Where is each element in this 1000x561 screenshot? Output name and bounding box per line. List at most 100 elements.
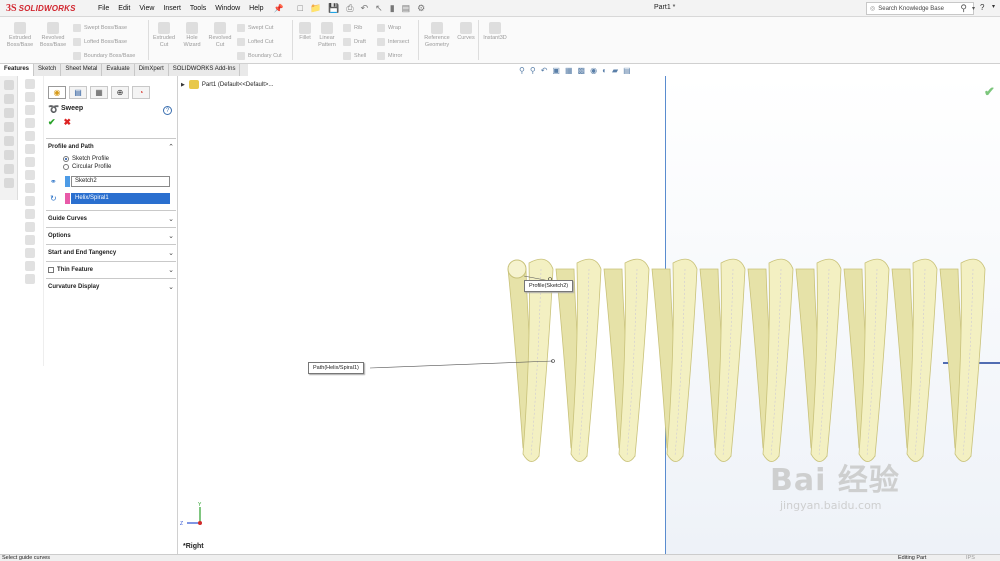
options-icon[interactable]: ⚙ xyxy=(417,3,425,14)
ok-button[interactable]: ✔ xyxy=(48,117,56,128)
scene-icon[interactable]: ▰ xyxy=(612,66,618,75)
shortcut-icon[interactable] xyxy=(25,196,35,206)
feature-manager-tab[interactable]: ◉ xyxy=(48,86,66,99)
menu-edit[interactable]: Edit xyxy=(118,5,130,12)
rebuild-icon[interactable]: ▮ xyxy=(390,3,395,14)
select-icon[interactable]: ↖ xyxy=(375,3,383,14)
shortcut-icon[interactable] xyxy=(25,144,35,154)
shortcut-icon[interactable] xyxy=(25,157,35,167)
linear-pattern-button[interactable]: Linear Pattern xyxy=(315,22,339,49)
revolved-boss-button[interactable]: Revolved Boss/Base xyxy=(38,22,68,49)
sketch-profile-radio[interactable]: Sketch Profile xyxy=(63,156,176,162)
boundary-boss-button[interactable]: Boundary Boss/Base xyxy=(73,52,135,60)
shortcut-icon[interactable] xyxy=(25,92,35,102)
strip-icon[interactable] xyxy=(4,94,14,104)
help-question-icon[interactable]: ? xyxy=(163,106,172,115)
swept-boss-button[interactable]: Swept Boss/Base xyxy=(73,24,127,32)
tab-sketch[interactable]: Sketch xyxy=(34,64,62,76)
search-scope-icon[interactable]: ◎ xyxy=(870,5,875,12)
shortcut-icon[interactable] xyxy=(25,170,35,180)
tab-addins[interactable]: SOLIDWORKS Add-Ins xyxy=(169,64,241,76)
display-style-icon[interactable]: ▩ xyxy=(578,66,586,75)
extruded-cut-button[interactable]: Extruded Cut xyxy=(150,22,178,49)
help-dropdown-icon[interactable]: ▾ xyxy=(992,3,995,10)
thin-feature-checkbox[interactable]: Thin Feature xyxy=(48,267,93,273)
lofted-boss-button[interactable]: Lofted Boss/Base xyxy=(73,38,127,46)
shortcut-icon[interactable] xyxy=(25,261,35,271)
configuration-manager-tab[interactable]: ▦ xyxy=(90,86,108,99)
tab-evaluate[interactable]: Evaluate xyxy=(102,64,135,76)
checkbox[interactable] xyxy=(48,267,54,273)
search-icon[interactable]: ⚲ xyxy=(960,3,967,14)
group-header[interactable]: Guide Curves ⌄ xyxy=(46,210,176,226)
menu-insert[interactable]: Insert xyxy=(163,5,181,12)
undo-icon[interactable]: ↶ xyxy=(361,3,369,14)
view-orientation-icon[interactable]: ▦ xyxy=(565,66,573,75)
chevron-down-icon[interactable]: ⌄ xyxy=(168,232,174,240)
strip-icon[interactable] xyxy=(4,80,14,90)
mirror-button[interactable]: Mirror xyxy=(377,52,402,60)
group-header[interactable]: Start and End Tangency ⌄ xyxy=(46,244,176,260)
menu-help[interactable]: Help xyxy=(249,5,263,12)
chevron-down-icon[interactable]: ⌄ xyxy=(168,266,174,274)
zoom-area-icon[interactable]: ⚲ xyxy=(530,66,536,75)
menu-tools[interactable]: Tools xyxy=(190,5,206,12)
tab-dimxpert[interactable]: DimXpert xyxy=(135,64,169,76)
chevron-down-icon[interactable]: ▾ xyxy=(972,5,975,12)
path-field[interactable]: Helix/Spiral1 xyxy=(71,193,170,204)
help-icon[interactable]: ? xyxy=(980,3,984,12)
tab-sheet-metal[interactable]: Sheet Metal xyxy=(61,64,103,76)
profile-callout[interactable]: Profile(Sketch2) xyxy=(524,280,574,292)
menu-window[interactable]: Window xyxy=(215,5,240,12)
property-manager-tab[interactable]: ▤ xyxy=(69,86,87,99)
revolved-cut-button[interactable]: Revolved Cut xyxy=(206,22,234,49)
shortcut-icon[interactable] xyxy=(25,222,35,232)
appearance-icon[interactable]: ◐ xyxy=(602,66,607,75)
new-icon[interactable]: □ xyxy=(298,3,303,14)
group-header[interactable]: Thin Feature ⌄ xyxy=(46,261,176,277)
open-icon[interactable]: 📁 xyxy=(310,3,321,14)
dimxpert-manager-tab[interactable]: ⊕ xyxy=(111,86,129,99)
unit-system[interactable]: IPS xyxy=(966,555,975,561)
zoom-to-fit-icon[interactable]: ⚲ xyxy=(519,66,525,75)
wrap-button[interactable]: Wrap xyxy=(377,24,401,32)
boundary-cut-button[interactable]: Boundary Cut xyxy=(237,52,282,60)
group-header[interactable]: Curvature Display ⌄ xyxy=(46,278,176,294)
shortcut-icon[interactable] xyxy=(25,118,35,128)
shortcut-icon[interactable] xyxy=(25,248,35,258)
hole-wizard-button[interactable]: Hole Wizard xyxy=(178,22,206,49)
strip-icon[interactable] xyxy=(4,108,14,118)
save-icon[interactable]: 💾 xyxy=(328,3,339,14)
shortcut-icon[interactable] xyxy=(25,235,35,245)
extruded-boss-button[interactable]: Extruded Boss/Base xyxy=(5,22,35,49)
previous-view-icon[interactable]: ↶ xyxy=(541,66,548,75)
profile-circle[interactable] xyxy=(507,259,527,279)
shortcut-icon[interactable] xyxy=(25,131,35,141)
strip-icon[interactable] xyxy=(4,164,14,174)
chevron-down-icon[interactable]: ⌄ xyxy=(168,249,174,257)
rib-button[interactable]: Rib xyxy=(343,24,362,32)
circular-profile-radio[interactable]: Circular Profile xyxy=(63,164,176,170)
hide-show-icon[interactable]: ◉ xyxy=(590,66,597,75)
shortcut-icon[interactable] xyxy=(25,79,35,89)
chevron-down-icon[interactable]: ⌄ xyxy=(168,283,174,291)
search-box[interactable]: ◎ Search Knowledge Base ⚲ ▾ xyxy=(866,2,975,15)
path-callout[interactable]: Path(Helix/Spiral1) xyxy=(308,362,364,374)
shell-button[interactable]: Shell xyxy=(343,52,366,60)
file-properties-icon[interactable]: ▤ xyxy=(402,3,411,14)
display-manager-tab[interactable]: ◔ xyxy=(132,86,150,99)
draft-button[interactable]: Draft xyxy=(343,38,366,46)
section-view-icon[interactable]: ▣ xyxy=(552,66,560,75)
curves-button[interactable]: Curves xyxy=(454,22,478,42)
strip-icon[interactable] xyxy=(4,136,14,146)
strip-icon[interactable] xyxy=(4,150,14,160)
shortcut-icon[interactable] xyxy=(25,274,35,284)
lofted-cut-button[interactable]: Lofted Cut xyxy=(237,38,273,46)
menu-view[interactable]: View xyxy=(139,5,154,12)
instant3d-button[interactable]: Instant3D xyxy=(481,22,509,42)
cancel-button[interactable]: ✖ xyxy=(64,117,72,128)
chevron-down-icon[interactable]: ⌄ xyxy=(168,215,174,223)
print-icon[interactable]: ⎙ xyxy=(346,3,353,14)
reference-geometry-button[interactable]: Reference Geometry xyxy=(421,22,453,49)
shortcut-icon[interactable] xyxy=(25,105,35,115)
